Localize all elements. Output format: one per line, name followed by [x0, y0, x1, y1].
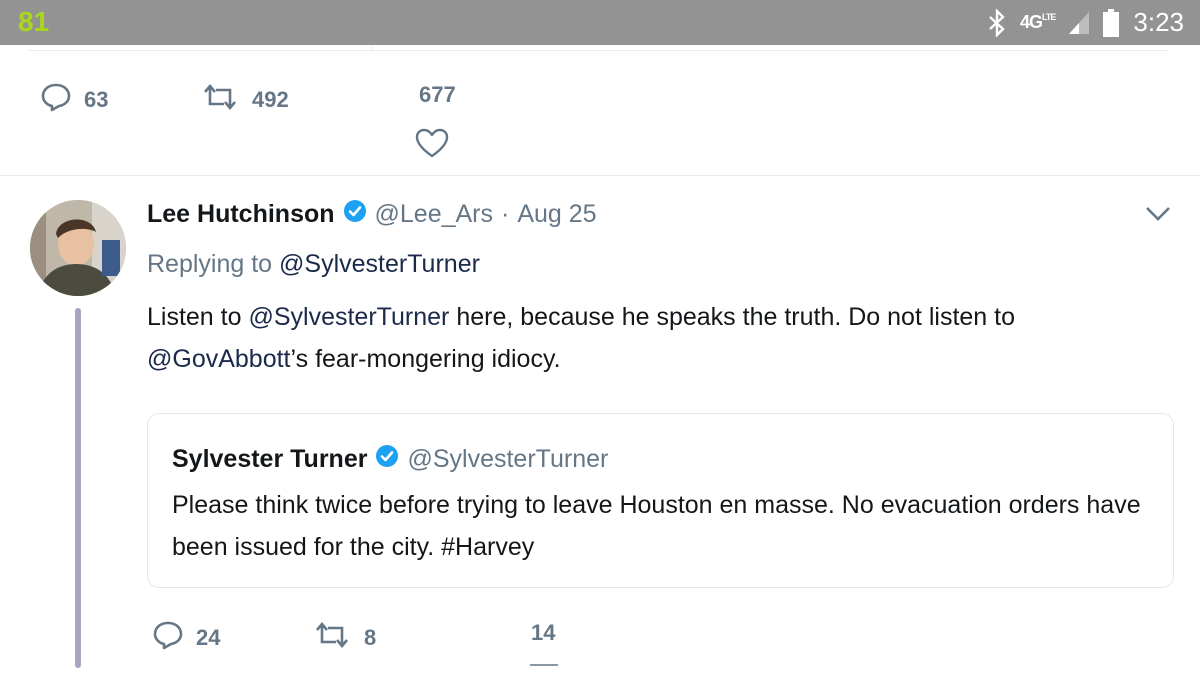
reply-icon [152, 620, 184, 656]
author-handle[interactable]: @Lee_Ars [375, 200, 494, 229]
retweet-button[interactable]: 8 [312, 620, 376, 656]
tweet-header: Lee Hutchinson @Lee_Ars · Aug 25 [147, 199, 597, 230]
battery-icon [1103, 8, 1120, 37]
quoted-tweet-text: Please think twice before trying to leav… [172, 491, 1141, 561]
like-count-label: 14 [531, 620, 555, 646]
reply-button[interactable]: 63 [40, 82, 108, 118]
status-bar-number: 81 [18, 6, 50, 37]
quoted-author-handle: @SylvesterTurner [407, 445, 609, 473]
heart-icon [415, 128, 449, 164]
clock: 3:23 [1133, 7, 1184, 37]
verified-icon [343, 199, 367, 230]
header-separator: · [501, 200, 510, 228]
reply-icon [40, 82, 72, 118]
avatar-image [30, 200, 126, 296]
author-name[interactable]: Lee Hutchinson [147, 200, 335, 229]
avatar[interactable] [30, 200, 126, 296]
replying-to-mention[interactable]: @SylvesterTurner [279, 250, 480, 278]
tweet-text: Listen to @SylvesterTurner here, because… [147, 296, 1157, 380]
bluetooth-icon [988, 8, 1006, 37]
signal-icon [1069, 11, 1090, 34]
tweet-separator [0, 175, 1200, 176]
mention-sylvester-turner[interactable]: @SylvesterTurner [248, 303, 449, 331]
quoted-author-name: Sylvester Turner [172, 445, 368, 473]
chevron-down-icon [1144, 207, 1172, 228]
text-end: ’s fear-mongering idiocy. [290, 345, 561, 373]
quoted-tweet[interactable]: Sylvester Turner @SylvesterTurner Please… [147, 413, 1174, 588]
heart-icon-partial [530, 664, 558, 666]
retweet-count: 492 [252, 87, 289, 112]
quoted-tweet-header: Sylvester Turner @SylvesterTurner [172, 444, 608, 475]
verified-icon [375, 444, 399, 475]
replying-to: Replying to @SylvesterTurner [147, 250, 480, 279]
retweet-icon [312, 620, 352, 656]
network-indicator: 4GLTE [1020, 12, 1056, 32]
like-count: 677 [419, 82, 456, 107]
reply-count: 63 [84, 87, 109, 112]
text-prefix: Listen to [147, 303, 242, 331]
tweet-menu-button[interactable] [1144, 204, 1172, 229]
status-bar: 81 4GLTE 3:23 [0, 0, 1200, 45]
mention-gov-abbott[interactable]: @GovAbbott [147, 345, 291, 373]
replying-prefix: Replying to [147, 250, 273, 278]
tweet-date[interactable]: Aug 25 [517, 200, 596, 229]
previous-tweet-separator [372, 45, 373, 50]
like-count: 14 [531, 620, 556, 645]
retweet-icon [200, 82, 240, 118]
retweet-button[interactable]: 492 [200, 82, 289, 118]
reply-count: 24 [196, 625, 221, 650]
thread-line [75, 308, 81, 668]
text-middle: here, because he speaks the truth. Do no… [456, 303, 1016, 331]
reply-button[interactable]: 24 [152, 620, 220, 656]
retweet-count: 8 [364, 625, 377, 650]
like-button[interactable] [415, 128, 449, 164]
previous-tweet-divider [28, 45, 1168, 51]
like-count-label: 677 [419, 82, 456, 108]
